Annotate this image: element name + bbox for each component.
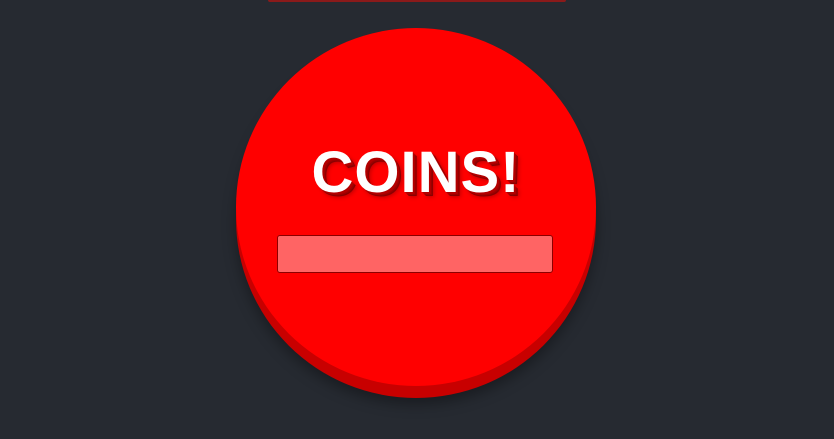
coin-amount-input[interactable] — [277, 235, 553, 273]
coin-face[interactable]: COINS! — [236, 28, 596, 386]
game-stage: COINS! — [0, 0, 834, 439]
coin-button[interactable]: COINS! — [236, 28, 598, 398]
coin-title: COINS! — [311, 140, 521, 205]
top-bar-edge — [268, 0, 566, 2]
